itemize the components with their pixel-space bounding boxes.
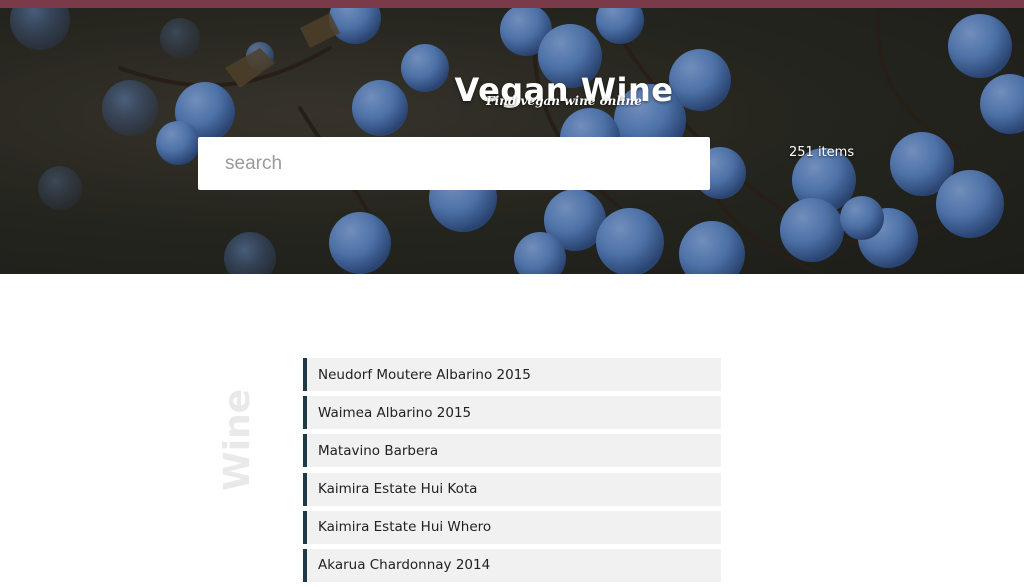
page-subtitle: Find vegan wine online [486,94,642,108]
hero-banner: Vegan Wine Find vegan wine online 251 it… [0,8,1024,274]
list-item[interactable]: Matavino Barbera [303,434,721,468]
top-accent-strip [0,0,1024,8]
search-input[interactable] [198,137,710,190]
list-item[interactable]: Kaimira Estate Hui Whero [303,510,721,544]
list-item[interactable]: Neudorf Moutere Albarino 2015 [303,358,721,391]
item-count: 251 items [789,145,855,160]
section-label-wine: Wine [217,388,258,491]
list-item[interactable]: Kaimira Estate Hui Kota [303,472,721,506]
list-item[interactable]: Akarua Chardonnay 2014 [303,548,721,582]
list-item[interactable]: Waimea Albarino 2015 [303,396,721,430]
wine-list: Neudorf Moutere Albarino 2015 Waimea Alb… [303,358,721,587]
